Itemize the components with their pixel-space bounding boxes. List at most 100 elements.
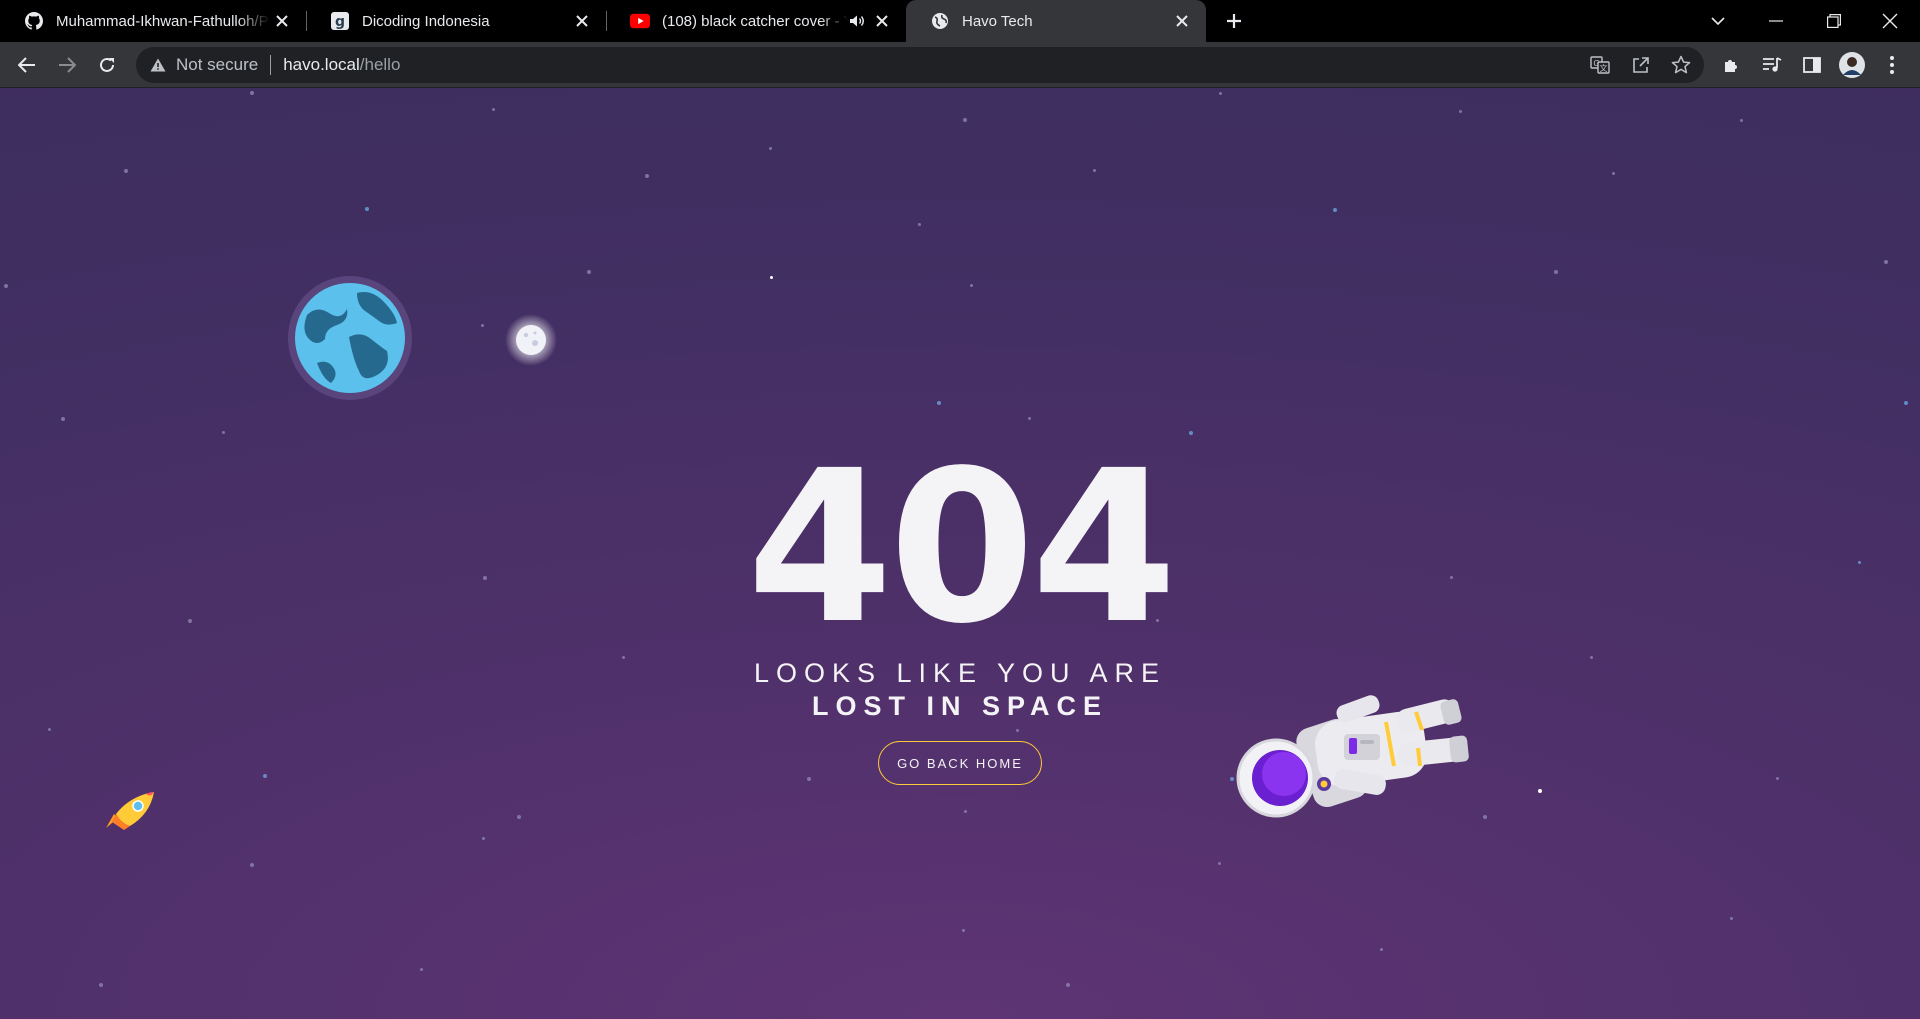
url-text[interactable]: havo.local/hello (283, 55, 400, 75)
tab-title: Havo Tech (962, 12, 1033, 30)
star (1230, 777, 1234, 781)
star (263, 774, 267, 778)
star (937, 401, 941, 405)
globe-icon (930, 11, 950, 31)
star (918, 223, 921, 226)
page-viewport: 404 LOOKS LIKE YOU ARE LOST IN SPACE GO … (0, 88, 1920, 1019)
translate-icon[interactable]: G文 (1588, 53, 1612, 77)
url-path: /hello (359, 55, 401, 74)
star (4, 284, 8, 288)
error-code: 404 (746, 425, 1177, 670)
tab-youtube[interactable]: (108) black catcher cover - YouTube (606, 0, 906, 42)
svg-text:文: 文 (1600, 63, 1608, 73)
star (769, 147, 772, 150)
star (1333, 208, 1337, 212)
close-tab-icon[interactable] (570, 9, 594, 33)
minimize-button[interactable] (1748, 0, 1804, 42)
tab-strip: Muhammad-Ikhwan-Fathulloh/Portfolio g Di… (0, 0, 1920, 42)
star (1218, 862, 1221, 865)
url-host: havo.local (283, 55, 360, 74)
star (1740, 119, 1743, 122)
star (587, 270, 591, 274)
star (482, 837, 485, 840)
moon-icon (505, 314, 557, 366)
star (1483, 815, 1487, 819)
share-icon[interactable] (1629, 53, 1653, 77)
tab-search-chevron-icon[interactable] (1690, 0, 1746, 42)
star (1066, 983, 1070, 987)
star (250, 91, 254, 95)
star (481, 324, 484, 327)
star (1776, 777, 1779, 780)
github-icon (24, 11, 44, 31)
earth-icon (288, 276, 412, 400)
tagline-line-2: LOST IN SPACE (811, 691, 1109, 721)
close-tab-icon[interactable] (270, 9, 294, 33)
svg-text:g: g (335, 14, 345, 30)
speaker-icon[interactable] (848, 12, 866, 30)
browser-toolbar: Not secure havo.local/hello G文 (0, 42, 1920, 88)
star (964, 810, 967, 813)
star (963, 118, 967, 122)
astronaut-icon (1236, 695, 1469, 818)
tab-title: Muhammad-Ikhwan-Fathulloh/Portfolio (56, 12, 270, 30)
star (1189, 431, 1193, 435)
forward-button[interactable] (51, 49, 83, 81)
star (99, 983, 103, 987)
close-tab-icon[interactable] (1170, 9, 1194, 33)
star (1093, 169, 1096, 172)
media-control-icon[interactable] (1756, 49, 1788, 81)
star (1554, 270, 1558, 274)
omnibox-divider (270, 55, 272, 75)
star (250, 863, 254, 867)
go-back-home-button[interactable]: GO BACK HOME (878, 741, 1042, 785)
reload-button[interactable] (91, 49, 123, 81)
star (492, 108, 495, 111)
star (48, 728, 51, 731)
star (1028, 417, 1031, 420)
star (61, 417, 65, 421)
star (517, 815, 521, 819)
close-tab-icon[interactable] (870, 9, 894, 33)
extensions-puzzle-icon[interactable] (1716, 49, 1748, 81)
star (962, 929, 965, 932)
security-indicator[interactable]: Not secure (150, 55, 258, 75)
tab-github[interactable]: Muhammad-Ikhwan-Fathulloh/Portfolio (0, 0, 307, 42)
tab-dicoding[interactable]: g Dicoding Indonesia (306, 0, 607, 42)
rocket-icon (106, 792, 154, 830)
star (807, 777, 811, 781)
security-label: Not secure (176, 55, 259, 74)
restore-button[interactable] (1806, 0, 1862, 42)
profile-avatar[interactable] (1836, 49, 1868, 81)
dicoding-icon: g (330, 11, 350, 31)
star (1459, 110, 1462, 113)
star (770, 276, 773, 279)
address-bar[interactable]: Not secure havo.local/hello G文 (136, 47, 1704, 83)
tab-havo-tech[interactable]: Havo Tech (906, 0, 1206, 42)
close-window-button[interactable] (1862, 0, 1918, 42)
youtube-icon (630, 11, 650, 31)
star (645, 174, 649, 178)
star (1612, 172, 1615, 175)
star (222, 431, 225, 434)
star (1219, 92, 1222, 95)
tab-title: (108) black catcher cover - YouTube (662, 12, 848, 30)
tagline-line-1: LOOKS LIKE YOU ARE (753, 658, 1167, 688)
star (970, 284, 973, 287)
new-tab-button[interactable] (1220, 7, 1248, 35)
star (1380, 948, 1383, 951)
bookmark-star-icon[interactable] (1669, 53, 1693, 77)
warning-icon (150, 58, 166, 72)
star (124, 169, 128, 173)
star (1016, 729, 1019, 732)
star (1904, 401, 1908, 405)
star (365, 207, 369, 211)
more-menu-icon[interactable] (1876, 49, 1908, 81)
star (1538, 789, 1542, 793)
back-button[interactable] (11, 49, 43, 81)
star (420, 968, 423, 971)
star (1730, 917, 1733, 920)
side-panel-icon[interactable] (1796, 49, 1828, 81)
tab-title: Dicoding Indonesia (362, 12, 490, 30)
star (1884, 260, 1888, 264)
